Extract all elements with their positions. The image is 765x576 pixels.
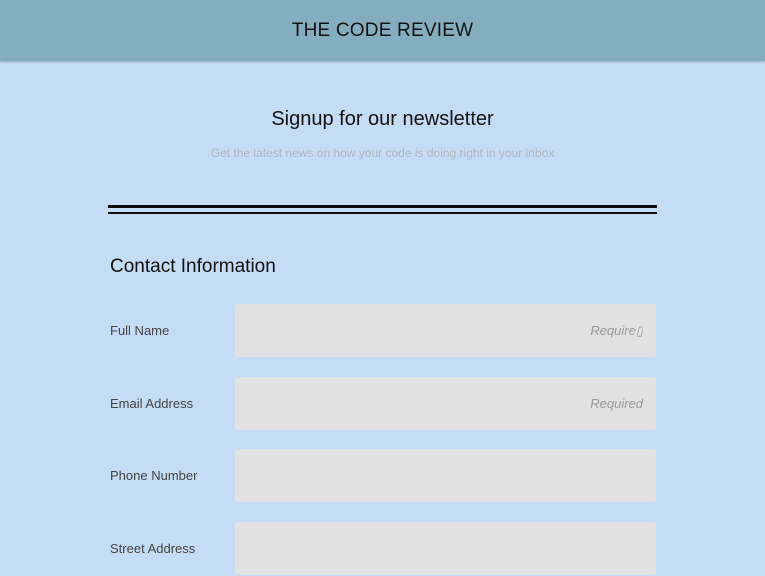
street-address-row: Street Address (110, 522, 657, 576)
email-address-label: Email Address (110, 396, 194, 411)
newsletter-heading: Signup for our newsletter (271, 108, 494, 130)
full-name-field[interactable] (235, 304, 656, 357)
full-name-row: Full Name (110, 304, 657, 358)
site-title: THE CODE REVIEW (291, 19, 474, 41)
newsletter-subheading: Get the latest news on how your code is … (210, 146, 555, 160)
site-header: THE CODE REVIEW (0, 0, 765, 61)
full-name-label: Full Name (110, 323, 170, 338)
street-address-label: Street Address (110, 541, 196, 556)
email-address-field[interactable] (235, 377, 656, 430)
phone-number-row: Phone Number (110, 449, 657, 503)
street-address-field[interactable] (235, 522, 656, 575)
newsletter-intro: Signup for our newsletter Get the latest… (0, 108, 765, 160)
phone-number-field[interactable] (235, 449, 656, 502)
contact-section-title: Contact Information (110, 256, 276, 277)
section-divider (108, 205, 657, 214)
email-address-row: Email Address (110, 377, 657, 431)
phone-number-label: Phone Number (110, 468, 198, 483)
